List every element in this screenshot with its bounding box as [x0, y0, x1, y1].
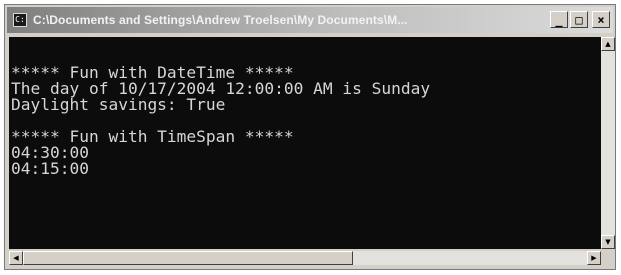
- console-window: C: C:\Documents and Settings\Andrew Troe…: [4, 4, 616, 270]
- horizontal-scroll-thumb[interactable]: [23, 251, 353, 265]
- console-output[interactable]: ***** Fun with DateTime ***** The day of …: [9, 37, 601, 249]
- vertical-scrollbar[interactable]: ▲ ▼: [601, 37, 615, 249]
- console-text: ***** Fun with DateTime ***** The day of …: [9, 37, 601, 177]
- title-bar[interactable]: C: C:\Documents and Settings\Andrew Troe…: [7, 7, 613, 33]
- maximize-button[interactable]: □: [570, 11, 588, 28]
- scroll-down-arrow-icon[interactable]: ▼: [601, 235, 615, 249]
- console-line: Daylight savings: True: [11, 95, 226, 114]
- resize-grip[interactable]: [601, 251, 615, 265]
- console-app-icon[interactable]: C:: [13, 13, 27, 27]
- horizontal-scrollbar[interactable]: ◀ ▶: [9, 251, 601, 265]
- close-button[interactable]: ×: [592, 11, 610, 28]
- scroll-right-arrow-icon[interactable]: ▶: [587, 251, 601, 265]
- scroll-left-arrow-icon[interactable]: ◀: [9, 251, 23, 265]
- console-line: ***** Fun with TimeSpan *****: [11, 127, 294, 146]
- window-controls: _ □ ×: [550, 11, 610, 28]
- console-line: 04:30:00: [11, 143, 89, 162]
- minimize-button[interactable]: _: [550, 11, 568, 28]
- window-title: C:\Documents and Settings\Andrew Troelse…: [33, 13, 408, 27]
- scroll-up-arrow-icon[interactable]: ▲: [601, 37, 615, 51]
- console-line: 04:15:00: [11, 159, 89, 178]
